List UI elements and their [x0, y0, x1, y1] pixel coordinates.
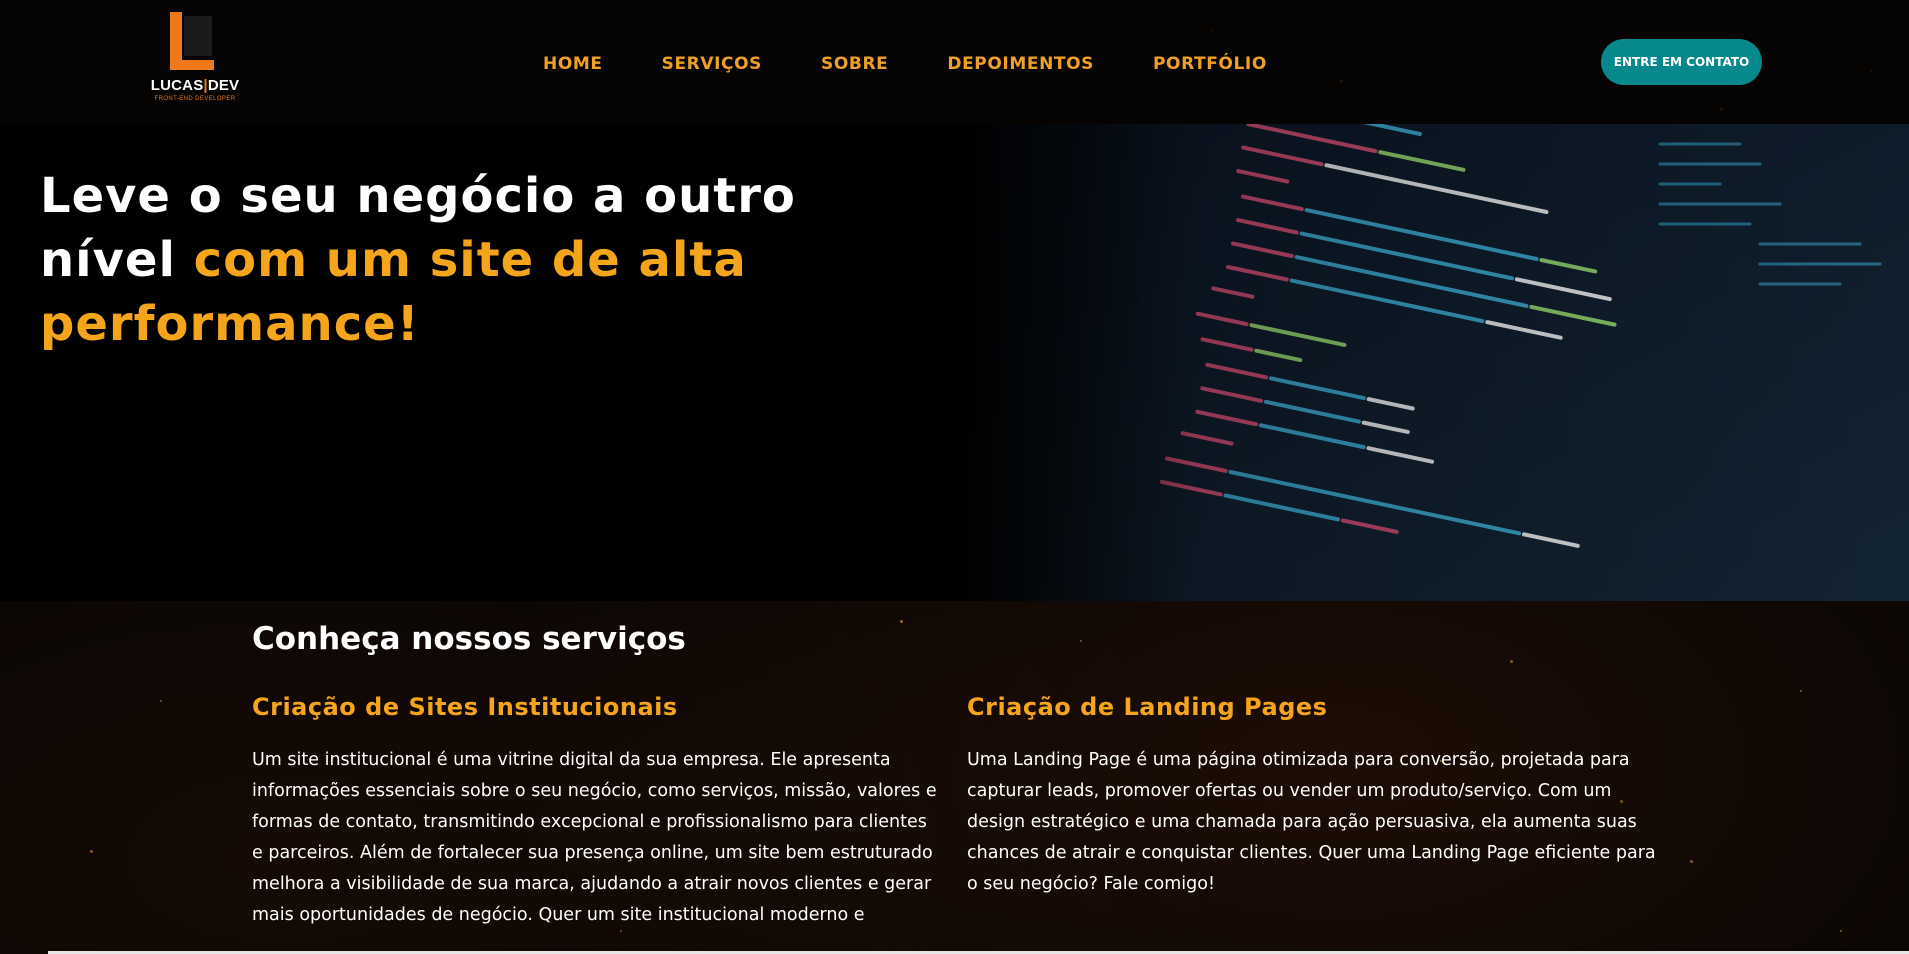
logo-tagline: FRONT-END DEVELOPER [154, 96, 236, 102]
nav-portfolio[interactable]: PORTFÓLIO [1153, 50, 1267, 78]
logo-wordmark: LUCAS|DEV [150, 77, 240, 94]
service-card-landing-pages: Criação de Landing Pages Uma Landing Pag… [967, 693, 1657, 900]
hero-code-image [960, 124, 1909, 601]
nav-depoimentos[interactable]: DEPOIMENTOS [947, 50, 1094, 78]
nav-sobre[interactable]: SOBRE [821, 50, 888, 78]
logo-l-icon [170, 12, 214, 70]
site-header: LUCAS|DEV FRONT-END DEVELOPER HOME SERVI… [0, 0, 1909, 124]
service-title: Criação de Landing Pages [967, 693, 1328, 721]
nav-home[interactable]: HOME [543, 50, 603, 78]
service-description: Um site institucional é uma vitrine digi… [252, 750, 937, 925]
service-description: Uma Landing Page é uma página otimizada … [967, 750, 1656, 894]
logo[interactable]: LUCAS|DEV FRONT-END DEVELOPER [150, 12, 240, 108]
hero-title: Leve o seu negócio a outro nível com um … [40, 168, 796, 352]
hero-section: Leve o seu negócio a outro nível com um … [0, 124, 1909, 601]
contact-button[interactable]: ENTRE EM CONTATO [1601, 39, 1762, 85]
service-title: Criação de Sites Institucionais [252, 693, 678, 721]
services-heading: Conheça nossos serviços [252, 621, 686, 657]
service-card-institutional: Criação de Sites Institucionais Um site … [252, 693, 942, 931]
main-nav: HOME SERVIÇOS SOBRE DEPOIMENTOS PORTFÓLI… [543, 50, 1326, 78]
services-section: Conheça nossos serviços Criação de Sites… [0, 601, 1909, 954]
nav-servicos[interactable]: SERVIÇOS [662, 50, 762, 78]
